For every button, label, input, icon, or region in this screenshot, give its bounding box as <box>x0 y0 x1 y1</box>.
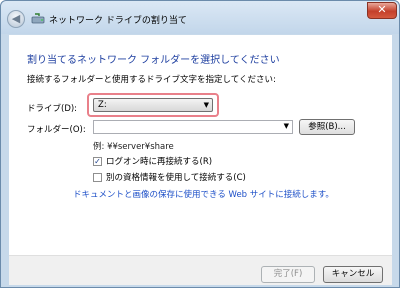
network-drive-icon <box>31 13 45 24</box>
instruction-text: 接続するフォルダーと使用するドライブ文字を指定してください: <box>27 75 276 85</box>
window-title: ネットワーク ドライブの割り当て <box>49 16 187 26</box>
drive-select[interactable]: Z: ▼ <box>93 98 213 112</box>
close-icon: ✕ <box>377 3 387 16</box>
drive-select-value: Z: <box>98 100 107 110</box>
back-button[interactable]: ◀ <box>7 10 25 28</box>
chevron-down-icon[interactable]: ▼ <box>284 122 289 130</box>
reconnect-label: ログオン時に再接続する(R) <box>106 157 213 167</box>
reconnect-option[interactable]: ✓ ログオン時に再接続する(R) <box>93 155 212 167</box>
reconnect-checkbox[interactable]: ✓ <box>93 156 102 166</box>
folder-label: フォルダー(O): <box>27 125 86 135</box>
back-arrow-icon: ◀ <box>11 12 21 25</box>
title-bar: ◀ ネットワーク ドライブの割り当て ✕ <box>1 1 399 34</box>
close-button[interactable]: ✕ <box>367 2 397 19</box>
other-credentials-option[interactable]: 別の資格情報を使用して接続する(C) <box>93 171 246 183</box>
wizard-content: 割り当てるネットワーク フォルダーを選択してください 接続するフォルダーと使用す… <box>9 35 392 255</box>
folder-input[interactable]: ▼ <box>93 120 293 134</box>
button-bar: 完了(F) キャンセル <box>9 255 392 285</box>
other-credentials-label: 別の資格情報を使用して接続する(C) <box>106 173 246 183</box>
page-heading: 割り当てるネットワーク フォルダーを選択してください <box>27 55 280 66</box>
other-credentials-checkbox[interactable] <box>93 172 102 182</box>
browse-button[interactable]: 参照(B)... <box>299 119 355 135</box>
example-text: 例: ¥¥server¥share <box>93 142 174 152</box>
map-drive-window: ◀ ネットワーク ドライブの割り当て ✕ 割り当てるネットワーク フォルダーを選… <box>0 0 400 288</box>
web-site-link[interactable]: ドキュメントと画像の保存に使用できる Web サイトに接続します。 <box>73 188 334 200</box>
chevron-down-icon: ▼ <box>203 101 209 109</box>
finish-button[interactable]: 完了(F) <box>261 266 315 283</box>
drive-label: ドライブ(D): <box>27 104 78 114</box>
cancel-button[interactable]: キャンセル <box>323 266 383 283</box>
